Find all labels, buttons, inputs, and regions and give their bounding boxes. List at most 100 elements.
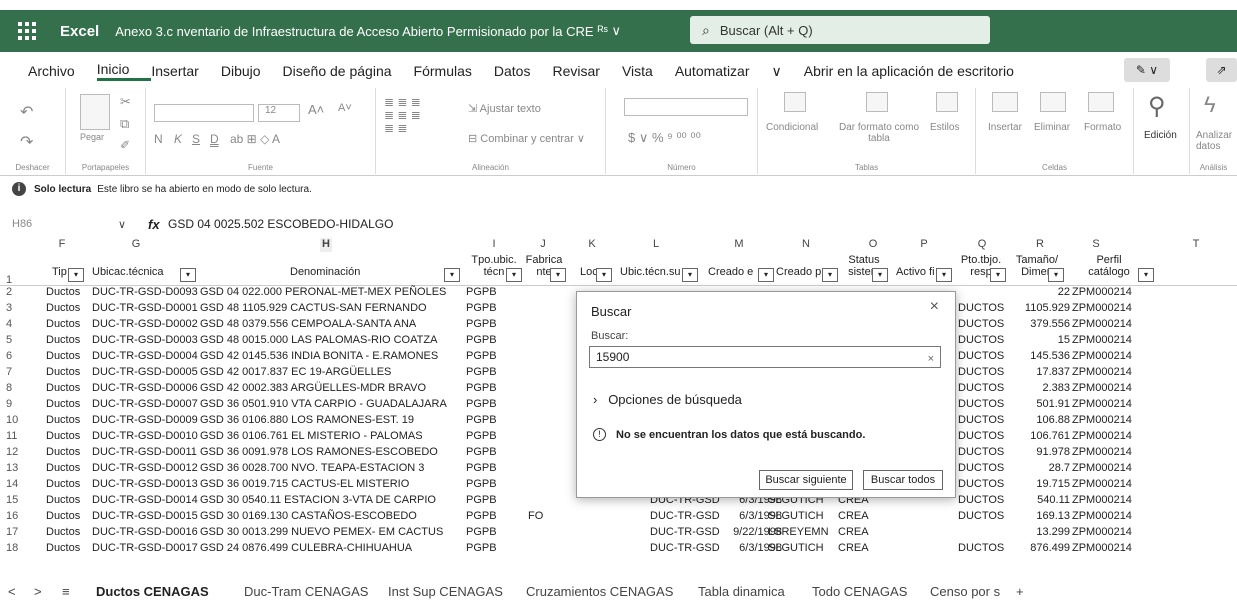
filter-dropdown-icon[interactable]: ▾ (68, 268, 84, 282)
cell-g[interactable]: DUC-TR-GSD-D0005 (92, 366, 198, 378)
cell-styles-icon[interactable] (936, 92, 958, 112)
sheet-tab[interactable]: Inst Sup CENAGAS (388, 584, 503, 599)
cell-q[interactable]: DUCTOS (958, 478, 1004, 490)
cell-g[interactable]: DUC-TR-GSD-D0004 (92, 350, 198, 362)
cell-r[interactable]: 19.715 (1000, 478, 1070, 490)
cell-h[interactable]: GSD 24 0876.499 CULEBRA-CHIHUAHUA (200, 542, 412, 554)
cell-g[interactable]: DUC-TR-GSD-D0009 (92, 414, 198, 426)
cell-h[interactable]: GSD 36 0028.700 NVO. TEAPA-ESTACION 3 (200, 462, 424, 474)
row-number[interactable]: 16 (6, 510, 18, 522)
cell-h[interactable]: GSD 36 0091.978 LOS RAMONES-ESCOBEDO (200, 446, 438, 458)
cell-g[interactable]: DUC-TR-GSD-D0013 (92, 478, 198, 490)
column-header[interactable]: T (1190, 238, 1202, 252)
column-header[interactable]: L (650, 238, 662, 252)
cell-f[interactable]: Ductos (46, 526, 80, 538)
cell-q[interactable]: DUCTOS (958, 318, 1004, 330)
cell-s[interactable]: ZPM000214 (1072, 526, 1132, 538)
number-format-select[interactable] (624, 98, 748, 116)
cell-s[interactable]: ZPM000214 (1072, 494, 1132, 506)
tab-insertar[interactable]: Insertar (151, 63, 220, 79)
filter-dropdown-icon[interactable]: ▾ (990, 268, 1006, 282)
cell-i[interactable]: PGPB (466, 350, 497, 362)
row-number[interactable]: 17 (6, 526, 18, 538)
cell-j[interactable]: FO (528, 510, 543, 522)
row-number[interactable]: 10 (6, 414, 18, 426)
cell-i[interactable]: PGPB (466, 446, 497, 458)
cell-i[interactable]: PGPB (466, 478, 497, 490)
tab-archivo[interactable]: Archivo (0, 63, 97, 79)
format-cells-icon[interactable] (1088, 92, 1114, 112)
row-number[interactable]: 6 (6, 350, 12, 362)
cell-r[interactable]: 876.499 (1000, 542, 1070, 554)
column-header[interactable]: F (56, 238, 68, 252)
cell-g[interactable]: DUC-TR-GSD-D0001 (92, 302, 198, 314)
cell-q[interactable]: DUCTOS (958, 494, 1004, 506)
cell-g[interactable]: DUC-TR-GSD-D0007 (92, 398, 198, 410)
search-box[interactable]: ⌕ Buscar (Alt + Q) (690, 16, 990, 44)
cell-i[interactable]: PGPB (466, 462, 497, 474)
filter-dropdown-icon[interactable]: ▾ (872, 268, 888, 282)
share-icon[interactable]: ⇗ (1206, 58, 1237, 82)
cell-o[interactable]: CREA (838, 510, 869, 522)
cell-r[interactable]: 379.556 (1000, 318, 1070, 330)
cell-r[interactable]: 1105.929 (1000, 302, 1070, 314)
cell-s[interactable]: ZPM000214 (1072, 462, 1132, 474)
cell-f[interactable]: Ductos (46, 302, 80, 314)
conditional-format-label[interactable]: Condicional (766, 122, 818, 133)
column-header[interactable]: G (130, 238, 142, 252)
sheet-tab[interactable]: Cruzamientos CENAGAS (526, 584, 673, 599)
column-header[interactable]: N (800, 238, 812, 252)
cell-h[interactable]: GSD 42 0145.536 INDIA BONITA - E.RAMONES (200, 350, 438, 362)
name-box[interactable]: H86 (12, 218, 32, 230)
cell-i[interactable]: PGPB (466, 542, 497, 554)
cell-h[interactable]: GSD 48 0379.556 CEMPOALA-SANTA ANA (200, 318, 416, 330)
cell-f[interactable]: Ductos (46, 462, 80, 474)
column-header[interactable]: P (918, 238, 930, 252)
cell-q[interactable]: DUCTOS (958, 414, 1004, 426)
tab-revisar[interactable]: Revisar (552, 63, 621, 79)
column-header[interactable]: K (586, 238, 598, 252)
cell-r[interactable]: 145.536 (1000, 350, 1070, 362)
function-icon[interactable]: fx (148, 217, 160, 232)
cell-s[interactable]: ZPM000214 (1072, 430, 1132, 442)
redo-icon[interactable]: ↷ (20, 132, 33, 152)
tab-dibujo[interactable]: Dibujo (221, 63, 283, 79)
open-desktop-app-link[interactable]: Abrir en la aplicación de escritorio (804, 63, 1036, 79)
format-cells-label[interactable]: Formato (1084, 122, 1121, 133)
font-name-select[interactable] (154, 104, 254, 122)
cell-q[interactable]: DUCTOS (958, 510, 1004, 522)
conditional-format-icon[interactable] (784, 92, 806, 112)
cell-q[interactable]: DUCTOS (958, 350, 1004, 362)
cell-r[interactable]: 501.91 (1000, 398, 1070, 410)
cell-g[interactable]: DUC-TR-GSD-D0010 (92, 430, 198, 442)
cell-q[interactable]: DUCTOS (958, 462, 1004, 474)
cell-s[interactable]: ZPM000214 (1072, 350, 1132, 362)
cell-i[interactable]: PGPB (466, 414, 497, 426)
formula-input[interactable]: GSD 04 0025.502 ESCOBEDO-HIDALGO (168, 217, 393, 231)
font-size-select[interactable]: 12 (258, 104, 300, 122)
sheet-tab[interactable]: Censo por s (930, 584, 1000, 599)
column-header[interactable]: H (320, 238, 332, 252)
cell-f[interactable]: Ductos (46, 350, 80, 362)
filter-dropdown-icon[interactable]: ▾ (936, 268, 952, 282)
filter-dropdown-icon[interactable]: ▾ (180, 268, 196, 282)
cell-q[interactable]: DUCTOS (958, 430, 1004, 442)
cell-l[interactable]: DUC-TR-GSD (650, 526, 720, 538)
sheet-menu-icon[interactable]: ≡ (62, 584, 70, 599)
editing-label[interactable]: Edición (1144, 130, 1177, 141)
format-as-table-icon[interactable] (866, 92, 888, 112)
cell-q[interactable]: DUCTOS (958, 366, 1004, 378)
bold-button[interactable]: N (154, 132, 163, 146)
cell-g[interactable]: DUC-TR-GSD-D0003 (92, 334, 198, 346)
delete-cells-icon[interactable] (1040, 92, 1066, 112)
insert-cells-label[interactable]: Insertar (988, 122, 1022, 133)
cell-f[interactable]: Ductos (46, 366, 80, 378)
cell-o[interactable]: CREA (838, 526, 869, 538)
find-next-button[interactable]: Buscar siguiente (759, 470, 853, 490)
cell-i[interactable]: PGPB (466, 334, 497, 346)
row-number[interactable]: 4 (6, 318, 12, 330)
cell-h[interactable]: GSD 36 0106.761 EL MISTERIO - PALOMAS (200, 430, 423, 442)
cell-s[interactable]: ZPM000214 (1072, 318, 1132, 330)
tab-inicio[interactable]: Inicio (96, 61, 152, 81)
cell-s[interactable]: ZPM000214 (1072, 382, 1132, 394)
